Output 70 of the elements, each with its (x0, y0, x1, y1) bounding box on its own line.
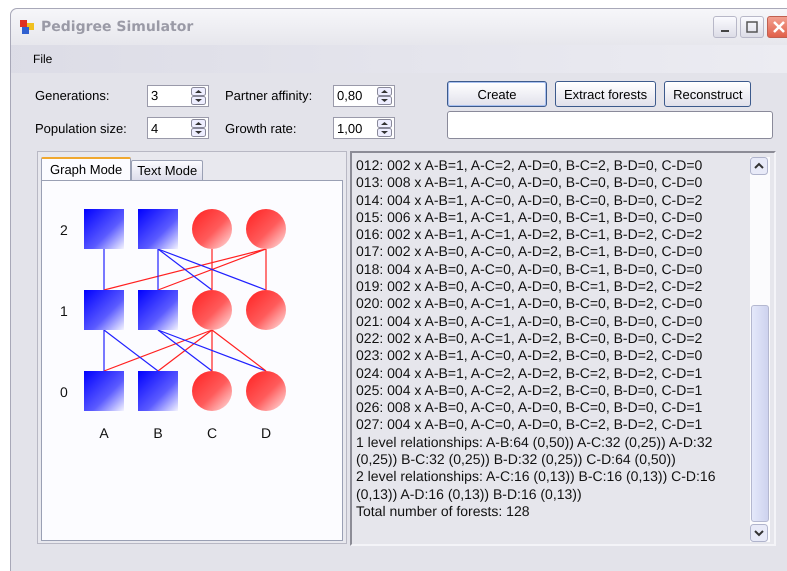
column-label: A (99, 425, 109, 441)
minimize-icon (721, 30, 729, 32)
spin-field[interactable]: 0,80 (333, 84, 395, 107)
output-line: 020: 002 x A-B=0, A-C=1, A-D=0, B-C=0, B-D=2, C-D=0 (356, 295, 704, 313)
output-line: 015: 006 x A-B=1, A-C=1, A-D=0, B-C=1, B-D=0, C-D=0 (356, 208, 704, 226)
output-line: 012: 002 x A-B=1, A-C=2, A-D=0, B-C=2, B-D=0, C-D=0 (356, 157, 704, 174)
output-line: 026: 008 x A-B=0, A-C=0, A-D=0, B-C=0, B-D=0, C-D=1 (356, 399, 704, 416)
setting-label: Population size: (35, 120, 128, 136)
output-line: 014: 004 x A-B=1, A-C=0, A-D=0, B-C=0, B-D=0, C-D=2 (356, 192, 704, 209)
output-text-area[interactable] (350, 151, 776, 546)
female-circle (246, 371, 286, 411)
column-label: C (206, 425, 218, 441)
male-square (138, 290, 178, 330)
spin-field[interactable]: 3 (147, 84, 209, 107)
output-line: 2 level relationships: A-C:16 (0,13)) B-C:16 (0,13)) C-D:16 (0,13)) A-D:16 (0,13)) B-D:16 (0,13)) (356, 468, 716, 503)
output-line: 021: 004 x A-B=0, A-C=1, A-D=0, B-C=0, B-D=0, C-D=0 (356, 312, 704, 330)
male-square (84, 290, 124, 330)
action-button[interactable]: Extract forests (555, 81, 656, 107)
output-line: 027: 004 x A-B=0, A-C=0, A-D=0, B-C=2, B-D=2, C-D=1 (356, 416, 704, 434)
close-icon (772, 20, 786, 34)
male-square (84, 371, 124, 411)
vertical-scrollbar[interactable] (750, 157, 770, 542)
window-title: Pedigree Simulator (41, 19, 194, 35)
generation-label: 2 (60, 222, 68, 238)
maximize-button[interactable] (740, 16, 764, 38)
spin-arrows-icon[interactable] (377, 119, 392, 138)
app-icon (19, 19, 35, 35)
output-line: 019: 002 x A-B=0, A-C=0, A-D=0, B-C=1, B-D=2, C-D=2 (356, 278, 704, 296)
female-circle (192, 290, 232, 330)
spin-arrows-icon[interactable] (191, 86, 206, 105)
action-button[interactable]: Reconstruct (664, 81, 752, 107)
maximize-icon (746, 21, 758, 33)
scroll-down-icon[interactable] (750, 524, 768, 542)
female-circle (192, 209, 232, 249)
spin-arrows-icon[interactable] (191, 119, 206, 138)
output-line: 018: 004 x A-B=0, A-C=0, A-D=0, B-C=1, B-D=0, C-D=0 (356, 260, 704, 278)
output-line: 022: 002 x A-B=0, A-C=1, A-D=2, B-C=0, B-D=0, C-D=2 (356, 330, 704, 348)
male-square (138, 209, 178, 249)
spin-arrows-icon[interactable] (377, 86, 392, 105)
spin-field[interactable]: 1,00 (333, 117, 395, 140)
column-label: D (260, 425, 272, 441)
scroll-thumb[interactable] (751, 305, 769, 522)
setting-label: Growth rate: (225, 120, 298, 136)
output-line: 025: 004 x A-B=0, A-C=2, A-D=2, B-C=0, B-D=0, C-D=1 (356, 382, 704, 400)
spin-field[interactable]: 4 (147, 117, 209, 140)
generation-label: 1 (60, 303, 68, 319)
minimize-button[interactable] (713, 16, 737, 38)
output-line: 013: 008 x A-B=1, A-C=0, A-D=0, B-C=0, B-D=0, C-D=0 (356, 174, 704, 192)
close-button[interactable] (767, 16, 787, 38)
tab[interactable]: Graph Mode (41, 157, 132, 180)
female-circle (192, 371, 232, 411)
output-line: 024: 004 x A-B=1, A-C=2, A-D=2, B-C=2, B-D=2, C-D=1 (356, 364, 704, 382)
scroll-up-icon[interactable] (750, 157, 768, 175)
output-line: 1 level relationships: A-B:64 (0,50)) A-C:32 (0,25)) A-D:32 (0,25)) B-C:32 (0,25)) B-D:32 (0,25)) C-D:64 (0,50)) (356, 434, 714, 468)
female-circle (246, 209, 286, 249)
female-circle (246, 290, 286, 330)
column-label: B (153, 425, 163, 441)
tab[interactable]: Text Mode (131, 160, 204, 180)
output-line: 016: 002 x A-B=1, A-C=1, A-D=2, B-C=1, B-D=2, C-D=2 (356, 226, 704, 244)
action-button[interactable]: Create (447, 81, 547, 107)
output-line: 023: 002 x A-B=1, A-C=0, A-D=2, B-C=0, B-D=2, C-D=0 (356, 347, 704, 365)
setting-label: Generations: (35, 88, 110, 104)
male-square (138, 371, 178, 411)
status-field[interactable] (447, 111, 773, 139)
setting-label: Partner affinity: (225, 88, 314, 104)
output-line: Total number of forests: 128 (356, 502, 531, 520)
output-line: 017: 002 x A-B=0, A-C=0, A-D=2, B-C=1, B-D=0, C-D=0 (356, 243, 704, 261)
menu-item[interactable]: File (33, 52, 52, 66)
generation-label: 0 (60, 384, 68, 400)
male-square (84, 209, 124, 249)
